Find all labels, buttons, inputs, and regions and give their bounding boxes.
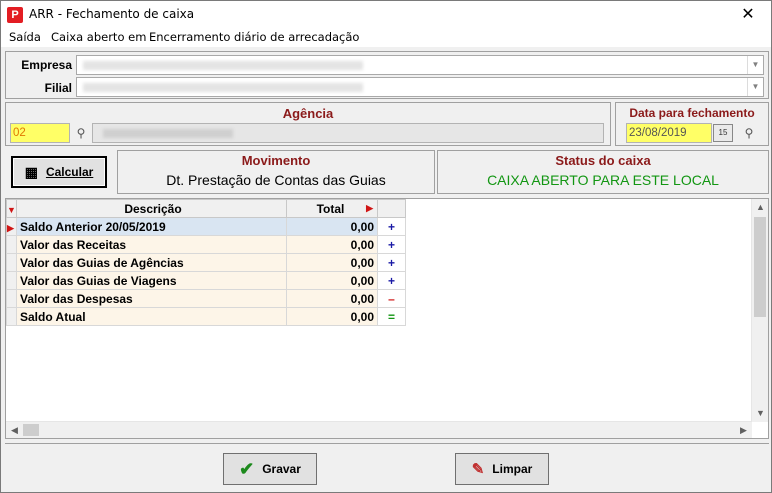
menu-encerramento-diario[interactable]: Encerramento diário de arrecadação [149,30,359,44]
table-row[interactable]: Valor das Guias de Viagens 0,00 + [6,271,406,290]
menu-caixa-aberto-em[interactable]: Caixa aberto em [51,30,146,44]
calculator-icon: ▦ [24,163,38,180]
totals-grid[interactable]: ▼ Descrição Total ▶ ▶ Saldo Anterior 20/… [5,198,769,439]
menu-bar: Saída Caixa aberto em Encerramento diári… [1,28,771,47]
table-row[interactable]: Valor das Despesas 0,00 – [6,289,406,308]
agencia-header: Agência [282,106,334,121]
movimento-box: Movimento Dt. Prestação de Contas das Gu… [117,150,435,194]
checkmark-icon: ✔ [239,458,255,479]
window-title: ARR - Fechamento de caixa [29,7,195,21]
totals-table: ▼ Descrição Total ▶ ▶ Saldo Anterior 20/… [6,199,406,326]
vertical-scroll-thumb[interactable] [754,217,766,317]
cell-total: 0,00 [286,217,378,236]
column-header-total[interactable]: Total ▶ [286,199,378,218]
empresa-combo[interactable]: ▼ [76,55,764,75]
chevron-down-icon[interactable]: ▼ [747,78,763,96]
movimento-value: Dt. Prestação de Contas das Guias [166,172,386,188]
equals-icon: = [377,307,406,326]
limpar-label: Limpar [492,462,533,476]
gravar-button[interactable]: ✔ Gravar [223,453,317,485]
cell-descricao: Saldo Anterior 20/05/2019 [16,217,287,236]
table-row[interactable]: Valor das Guias de Agências 0,00 + [6,253,406,272]
cell-total: 0,00 [286,271,378,290]
horizontal-scroll-thumb[interactable] [23,424,39,436]
app-icon: P [7,7,23,23]
plus-icon: + [377,253,406,272]
close-button[interactable]: ✕ [725,1,771,28]
plus-icon: + [377,271,406,290]
agencia-panel: Agência 02 ⚲ [5,102,611,146]
gravar-label: Gravar [262,462,301,476]
data-fechamento-panel: Data para fechamento 23/08/2019 15 ⚲ [615,102,769,146]
cell-descricao: Valor das Despesas [16,289,287,308]
agencia-name-field [92,123,604,143]
binoculars-icon[interactable]: ⚲ [738,123,760,143]
calendar-icon[interactable]: 15 [713,124,733,142]
data-fechamento-header: Data para fechamento [629,106,755,120]
agencia-code-input[interactable]: 02 [10,123,70,143]
footer-divider [5,443,769,444]
scroll-left-icon[interactable]: ◀ [6,422,23,439]
table-row[interactable]: Valor das Receitas 0,00 + [6,235,406,254]
cell-descricao: Valor das Guias de Viagens [16,271,287,290]
scroll-right-icon[interactable]: ▶ [735,422,752,439]
status-value: CAIXA ABERTO PARA ESTE LOCAL [487,172,719,188]
cell-total: 0,00 [286,307,378,326]
empresa-label: Empresa [21,58,72,72]
table-row[interactable]: Saldo Atual 0,00 = [6,307,406,326]
plus-icon: + [377,217,406,236]
minus-icon: – [377,289,406,308]
row-indicator-header: ▼ [6,199,17,218]
chevron-down-icon[interactable]: ▼ [747,56,763,74]
calcular-label: Calcular [45,165,94,179]
window: P ARR - Fechamento de caixa ✕ Saída Caix… [0,0,772,493]
title-bar: P ARR - Fechamento de caixa ✕ [1,1,771,28]
current-row-indicator-icon: ▶ [6,217,17,236]
scroll-up-icon[interactable]: ▲ [752,199,769,216]
filial-combo[interactable]: ▼ [76,77,764,97]
eraser-icon: ✎ [471,461,485,478]
scroll-down-icon[interactable]: ▼ [752,405,769,422]
cell-total: 0,00 [286,253,378,272]
column-header-sign [377,199,406,218]
column-header-descricao[interactable]: Descrição [16,199,287,218]
calcular-button[interactable]: ▦ Calcular [11,156,107,188]
filial-label: Filial [44,81,72,95]
binoculars-icon[interactable]: ⚲ [70,123,92,143]
cell-descricao: Saldo Atual [16,307,287,326]
date-input[interactable]: 23/08/2019 [626,123,712,143]
cell-total: 0,00 [286,289,378,308]
plus-icon: + [377,235,406,254]
company-panel: Empresa ▼ Filial ▼ [5,51,769,99]
cell-total: 0,00 [286,235,378,254]
status-header: Status do caixa [555,153,651,168]
sort-arrow-icon: ▶ [366,203,373,213]
vertical-scrollbar[interactable]: ▲ ▼ [751,199,768,422]
column-header-total-label: Total [316,201,345,216]
movimento-header: Movimento [241,153,311,168]
status-box: Status do caixa CAIXA ABERTO PARA ESTE L… [437,150,769,194]
cell-descricao: Valor das Guias de Agências [16,253,287,272]
limpar-button[interactable]: ✎ Limpar [455,453,549,485]
horizontal-scrollbar[interactable]: ◀ ▶ [6,421,752,438]
cell-descricao: Valor das Receitas [16,235,287,254]
table-row[interactable]: ▶ Saldo Anterior 20/05/2019 0,00 + [6,217,406,236]
menu-saida[interactable]: Saída [9,30,41,44]
